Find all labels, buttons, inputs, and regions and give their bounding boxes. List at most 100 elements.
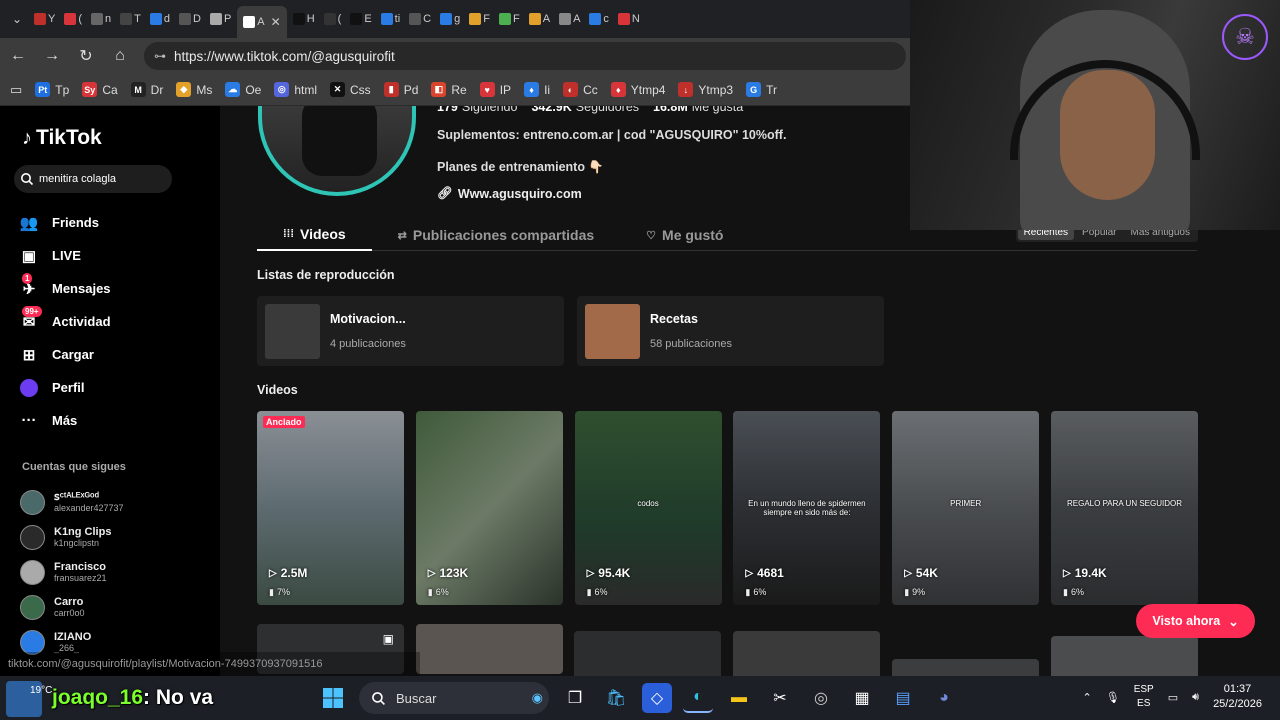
browser-tab[interactable]: F — [496, 6, 523, 32]
tiktok-logo[interactable]: ♪ TikTok — [22, 126, 102, 150]
following-stat[interactable]: 179 Siguiendo — [437, 106, 517, 114]
sidebar-item-profile[interactable]: Perfil — [20, 371, 210, 404]
address-bar[interactable]: ⊶ https://www.tiktok.com/@agusquirofit — [144, 42, 906, 70]
video-card-row2[interactable] — [574, 631, 721, 676]
watched-percent: ▮ 9% — [904, 587, 925, 598]
video-card[interactable]: Anclado ▷ 2.5M ▮ 7% — [257, 411, 404, 605]
bookmark-item[interactable]: Pt Tp — [35, 82, 69, 97]
browser-tab[interactable]: T — [117, 6, 144, 32]
browser-tab[interactable]: C — [406, 6, 434, 32]
video-card[interactable]: PRIMER ▷ 54K ▮ 9% — [892, 411, 1040, 605]
profile-avatar[interactable] — [258, 106, 416, 196]
tab-liked[interactable]: ♡ Me gustó — [620, 219, 749, 251]
tab-search-dropdown[interactable]: ⌄ — [6, 8, 28, 30]
bookmark-item[interactable]: M Dr — [130, 82, 163, 97]
following-account[interactable]: ꜱᶜᵗᴬᴸᴱˣᴳᵒᵈ alexander427737 — [20, 485, 210, 520]
video-card[interactable]: ▷ 123K ▮ 6% — [415, 411, 563, 605]
sidebar-item-activity[interactable]: ✉ 99+ Actividad — [20, 305, 210, 338]
tab-reposts[interactable]: ⇄ Publicaciones compartidas — [372, 219, 621, 251]
clock[interactable]: 01:37 25/2/2026 — [1213, 682, 1262, 712]
reload-icon[interactable]: ↻ — [76, 46, 96, 66]
calculator-icon[interactable]: ▦ — [847, 683, 877, 713]
sidebar-item-upload[interactable]: ⊞ Cargar — [20, 338, 210, 371]
volume-icon[interactable]: 🔊︎ — [1192, 691, 1199, 704]
video-card[interactable]: REGALO PARA UN SEGUIDOR ▷ 19.4K ▮ 6% — [1051, 411, 1198, 605]
home-icon[interactable]: ⌂ — [110, 46, 130, 66]
playlist-card[interactable]: Motivacion... 4 publicaciones — [257, 296, 564, 366]
language-top: ESP — [1133, 684, 1154, 695]
browser-tab[interactable]: A — [526, 6, 553, 32]
tab-favicon-icon — [149, 13, 162, 25]
sidebar-item-friends[interactable]: 👥 Friends — [20, 206, 210, 239]
sidebar-item-live[interactable]: ▣ LIVE — [20, 239, 210, 272]
edge-browser-icon[interactable]: ◐ — [683, 683, 713, 713]
taskbar-search[interactable]: Buscar ◉ — [359, 682, 549, 714]
store-icon[interactable]: 🛍︎ — [601, 683, 631, 713]
app-launcher-icon[interactable]: ◇ — [642, 683, 672, 713]
browser-tab[interactable]: F — [466, 6, 493, 32]
network-icon[interactable]: ▭ — [1168, 691, 1178, 704]
windows-start-icon[interactable] — [318, 683, 348, 713]
bookmark-item[interactable]: ◧ Re — [431, 82, 467, 97]
browser-tab[interactable]: A — [556, 6, 583, 32]
bookmark-item[interactable]: ◎ html — [274, 82, 317, 97]
browser-tab[interactable]: d — [147, 6, 173, 32]
microphone-icon[interactable]: 🎙︎ — [1106, 691, 1120, 704]
media-app-icon[interactable]: ▤ — [888, 683, 918, 713]
browser-tab[interactable]: g — [437, 6, 463, 32]
bookmark-item[interactable]: ◐ Cc — [563, 82, 598, 97]
search-input[interactable]: menitira colagla — [14, 165, 172, 193]
task-view-icon[interactable]: ❐ — [560, 683, 590, 713]
sidebar-item-more[interactable]: ··· Más — [20, 404, 210, 437]
following-account[interactable]: Francisco fransuarez21 — [20, 555, 210, 590]
bookmark-item[interactable]: ♦ Ytmp4 — [610, 82, 665, 97]
bookmark-item[interactable]: ◆ Ms — [176, 82, 212, 97]
browser-tab[interactable]: ti — [378, 6, 404, 32]
following-account[interactable]: K1ng Clips k1ngclipstn — [20, 520, 210, 555]
browser-tab[interactable]: H — [290, 6, 318, 32]
file-explorer-icon[interactable]: ▬ — [724, 683, 754, 713]
bookmark-item[interactable]: ▮ Pd — [383, 82, 418, 97]
bookmark-item[interactable]: ☁ Oe — [225, 82, 261, 97]
browser-tab[interactable]: N — [615, 6, 643, 32]
browser-tab[interactable]: D — [176, 6, 204, 32]
chrome-icon[interactable]: ◎ — [806, 683, 836, 713]
browser-tab[interactable]: Y — [31, 6, 58, 32]
sidebar-item-messages[interactable]: ✈ 1 Mensajes — [20, 272, 210, 305]
discord-icon[interactable]: ◕ — [929, 683, 959, 713]
forward-arrow-icon[interactable]: → — [42, 46, 62, 66]
bookmark-item[interactable]: ↓ Ytmp3 — [678, 82, 733, 97]
playlist-card[interactable]: Recetas 58 publicaciones — [577, 296, 884, 366]
video-caption: PRIMER — [950, 499, 982, 508]
language-indicator[interactable]: ESP ES — [1134, 683, 1154, 711]
profile-link[interactable]: 🔗︎ Www.agusquiro.com — [437, 186, 582, 201]
browser-tab[interactable]: ( — [321, 6, 345, 32]
bookmark-item[interactable]: ✕ Css — [330, 82, 371, 97]
capcut-icon[interactable]: ✂ — [765, 683, 795, 713]
video-card[interactable]: codos ▷ 95.4K ▮ 6% — [574, 411, 722, 605]
site-info-icon[interactable]: ⊶ — [154, 49, 166, 63]
browser-tab[interactable]: P — [207, 6, 234, 32]
bookmarks-menu-icon[interactable]: ▭ — [10, 82, 22, 98]
tray-overflow-icon[interactable]: ⌃ — [1083, 691, 1092, 704]
followers-stat[interactable]: 342.9K Seguidores — [531, 106, 639, 114]
video-card-row2[interactable] — [733, 631, 880, 676]
browser-tab[interactable]: n — [88, 6, 114, 32]
browser-tab[interactable]: A ✕ — [237, 6, 287, 38]
following-account[interactable]: Carro carr0o0 — [20, 590, 210, 625]
browser-tab[interactable]: ( — [61, 6, 85, 32]
bookmark-item[interactable]: Sy Ca — [82, 82, 118, 97]
bookmark-item[interactable]: ♥ IP — [479, 82, 511, 97]
back-arrow-icon[interactable]: ← — [8, 46, 28, 66]
browser-tab[interactable]: E — [347, 6, 374, 32]
close-tab-icon[interactable]: ✕ — [271, 15, 281, 29]
browser-tab[interactable]: c — [586, 6, 612, 32]
video-card-row2[interactable] — [1051, 636, 1198, 676]
tab-videos[interactable]: ⁞⁞⁞ Videos — [257, 219, 372, 251]
video-card[interactable]: En un mundo lleno de spidermen siempre e… — [733, 411, 881, 605]
visto-ahora-button[interactable]: Visto ahora ⌄ — [1136, 604, 1255, 638]
video-card-row2[interactable] — [416, 624, 563, 674]
video-card-row2[interactable] — [892, 659, 1039, 676]
bookmark-item[interactable]: G Tr — [746, 82, 777, 97]
bookmark-item[interactable]: ♦ Ii — [524, 82, 550, 97]
